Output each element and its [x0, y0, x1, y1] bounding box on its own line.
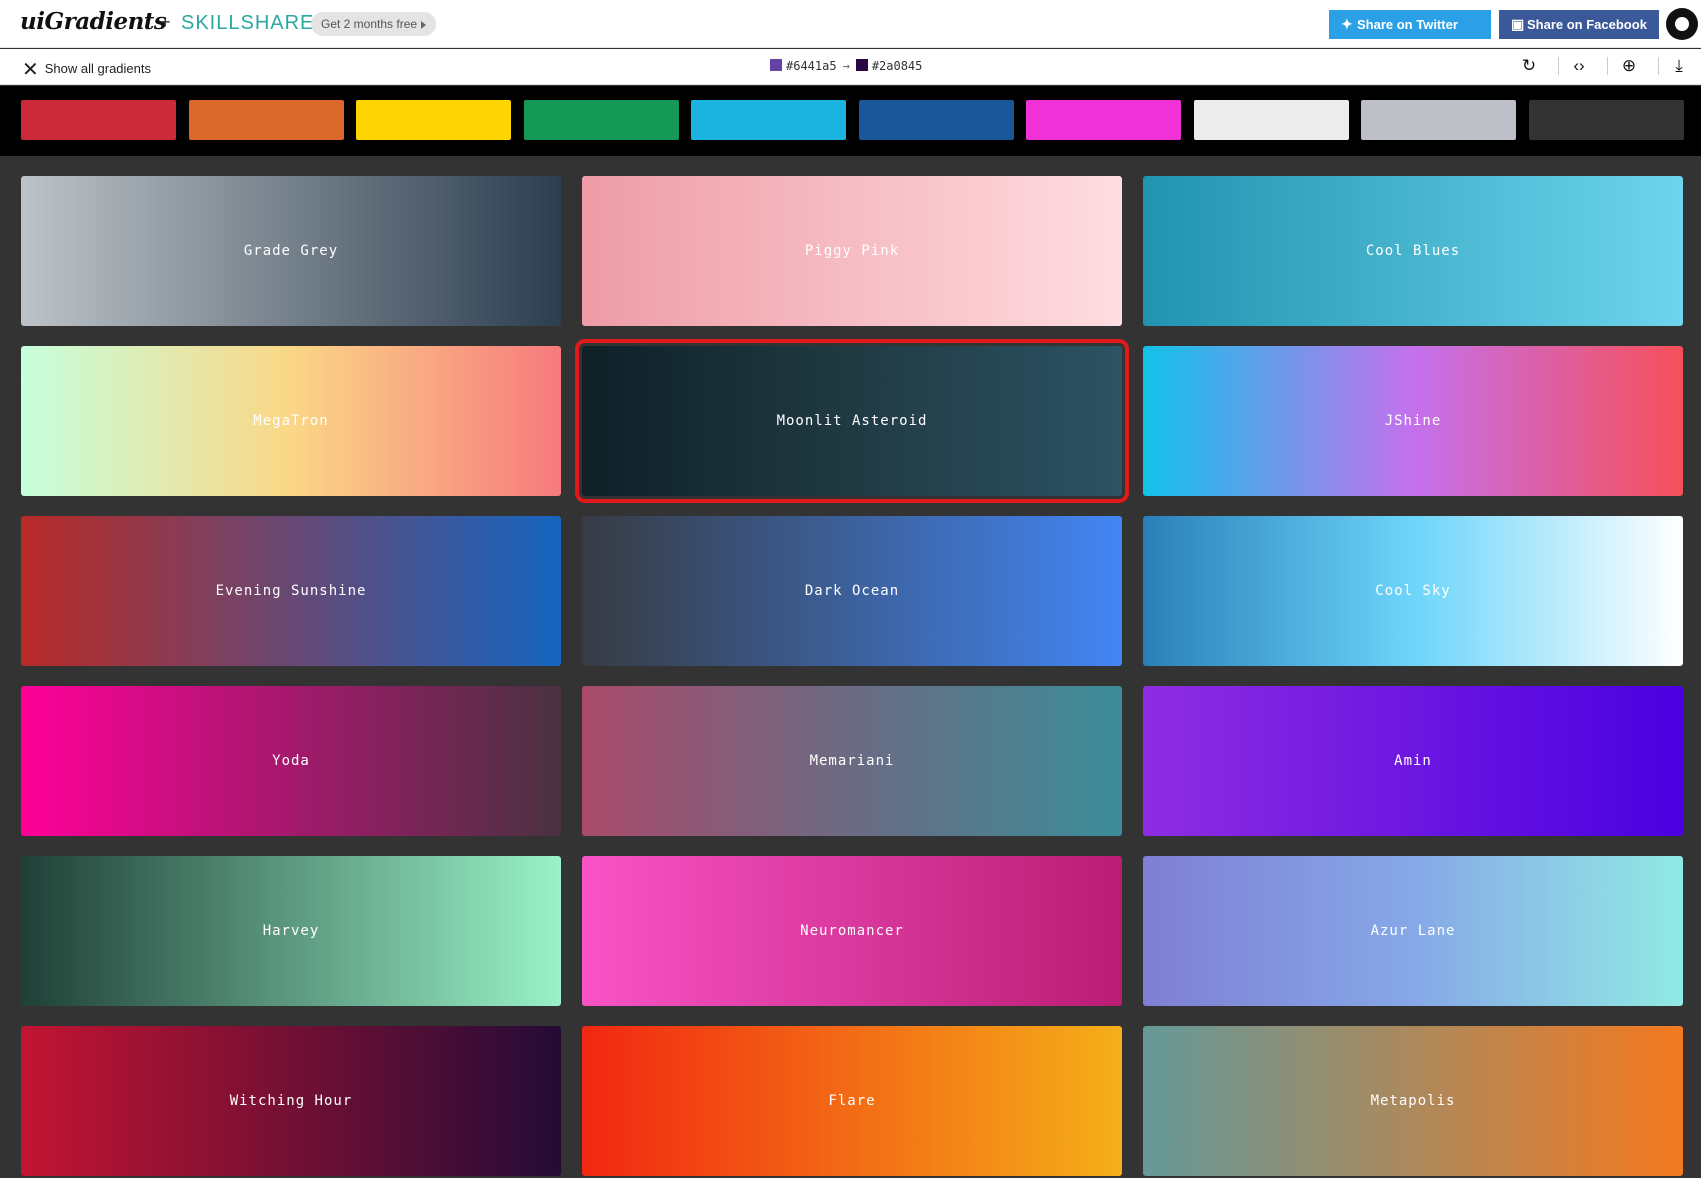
color-filter-swatch[interactable] — [523, 100, 679, 140]
color-to-swatch[interactable] — [855, 59, 868, 71]
color-filter-swatch[interactable] — [1528, 100, 1684, 140]
color-filter-swatch[interactable] — [858, 100, 1014, 140]
gradient-card[interactable]: Piggy Pink — [582, 176, 1122, 326]
share-twitter-label: Share on Twitter — [1357, 17, 1458, 32]
color-from-swatch[interactable] — [770, 59, 782, 71]
color-filter-swatch[interactable] — [1361, 100, 1516, 140]
promo-button[interactable]: Get 2 months free — [311, 12, 437, 36]
plus-sign: + — [160, 12, 171, 32]
gradient-name: Azur Lane — [1370, 923, 1456, 939]
color-filter-swatch[interactable] — [1193, 100, 1349, 140]
share-facebook-button[interactable]: ▣ Share on Facebook — [1499, 10, 1659, 39]
gradient-card[interactable]: Moonlit Asteroid — [575, 339, 1129, 503]
color-filter-swatch[interactable] — [188, 100, 344, 140]
toolbar: ✕ Show all gradients #6441a5 → #2a0845 ↻ ‹›… — [0, 49, 1701, 85]
promo-label: Get 2 months free — [321, 17, 418, 31]
gradient-card[interactable]: Evening Sunshine — [21, 516, 561, 666]
gradient-name: Witching Hour — [229, 1093, 353, 1109]
github-icon[interactable] — [1666, 8, 1698, 40]
play-arrow-icon — [421, 20, 427, 29]
gradient-card[interactable]: Azur Lane — [1143, 856, 1683, 1006]
gradient-card[interactable]: Cool Blues — [1143, 176, 1683, 326]
gradient-name: Neuromancer — [800, 923, 904, 939]
gradient-name: Amin — [1394, 753, 1432, 769]
share-facebook-label: Share on Facebook — [1527, 17, 1647, 32]
gradient-card[interactable]: Dark Ocean — [582, 516, 1122, 666]
color-filter-swatch[interactable] — [21, 100, 176, 140]
gradient-name: Evening Sunshine — [215, 583, 367, 599]
gradient-name: Metapolis — [1370, 1093, 1456, 1109]
gradient-name: Grade Grey — [243, 243, 339, 259]
gradient-name: JShine — [1384, 413, 1442, 429]
download-icon[interactable]: ⤓ — [1668, 55, 1690, 77]
gradient-card[interactable]: JShine — [1143, 346, 1683, 496]
divider — [1658, 57, 1659, 75]
gradient-name: Dark Ocean — [804, 583, 900, 599]
show-all-gradients-button[interactable]: ✕ Show all gradients — [22, 57, 151, 82]
color-from-hex[interactable]: #6441a5 — [786, 59, 837, 73]
gradient-name: Cool Sky — [1375, 583, 1451, 599]
gradient-card[interactable]: Amin — [1143, 686, 1683, 836]
show-all-label: Show all gradients — [44, 61, 151, 76]
gradient-name: Memariani — [809, 753, 895, 769]
logo[interactable]: uiGradients — [20, 8, 167, 35]
gradient-name: Moonlit Asteroid — [776, 413, 928, 429]
color-to-hex[interactable]: #2a0845 — [872, 59, 923, 73]
color-filter-bar — [0, 86, 1701, 156]
share-twitter-button[interactable]: ✦ Share on Twitter — [1329, 10, 1491, 39]
top-bar: uiGradients + SKILLSHARE Get 2 months fr… — [0, 0, 1701, 48]
arrow-right-icon: → — [842, 59, 850, 73]
twitter-icon: ✦ — [1341, 16, 1353, 32]
rotate-icon[interactable]: ↻ — [1518, 55, 1540, 77]
partner-logo[interactable]: SKILLSHARE — [181, 12, 314, 35]
gradient-name: Piggy Pink — [804, 243, 900, 259]
divider — [1607, 57, 1608, 75]
gradient-card[interactable]: MegaTron — [21, 346, 561, 496]
gradient-name: Harvey — [262, 923, 320, 939]
gradient-name: Flare — [828, 1093, 876, 1109]
gradient-card[interactable]: Flare — [582, 1026, 1122, 1176]
gradient-card[interactable]: Witching Hour — [21, 1026, 561, 1176]
gradient-card[interactable]: Cool Sky — [1143, 516, 1683, 666]
gradient-name: Cool Blues — [1365, 243, 1461, 259]
color-filter-swatch[interactable] — [691, 100, 846, 140]
facebook-icon: ▣ — [1511, 16, 1525, 32]
color-filter-swatch[interactable] — [1026, 100, 1181, 140]
current-colors: #6441a5 → #2a0845 — [770, 59, 922, 73]
gradient-name: MegaTron — [253, 413, 329, 429]
gradient-grid: Grade Grey Piggy Pink Cool Blues MegaTron Mo… — [0, 156, 1701, 1178]
close-icon: ✕ — [22, 59, 39, 81]
gradient-card[interactable]: Grade Grey — [21, 176, 561, 326]
color-filter-swatch[interactable] — [356, 100, 511, 140]
gradient-card[interactable]: Metapolis — [1143, 1026, 1683, 1176]
gradient-card[interactable]: Yoda — [21, 686, 561, 836]
add-circle-icon[interactable]: ⊕ — [1618, 55, 1640, 77]
code-icon[interactable]: ‹› — [1568, 55, 1590, 77]
gradient-name: Yoda — [272, 753, 310, 769]
gradient-card[interactable]: Memariani — [582, 686, 1122, 836]
divider — [1558, 57, 1559, 75]
gradient-card[interactable]: Neuromancer — [582, 856, 1122, 1006]
gradient-card[interactable]: Harvey — [21, 856, 561, 1006]
